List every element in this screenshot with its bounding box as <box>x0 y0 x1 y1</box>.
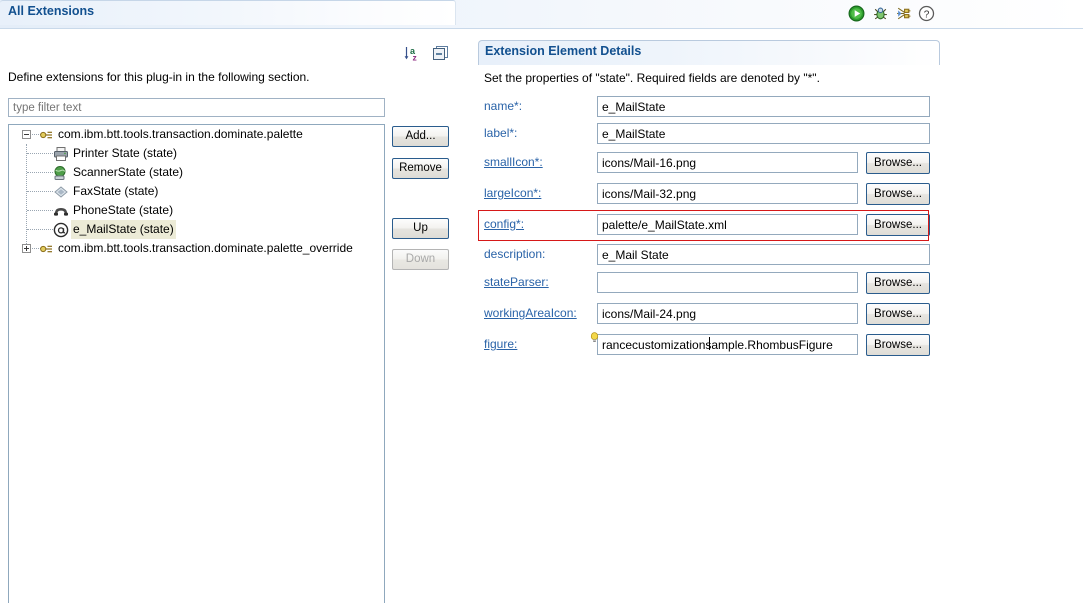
tree-item-fax-state[interactable]: FaxState (state) <box>9 182 384 201</box>
all-extensions-description: Define extensions for this plug-in in th… <box>8 70 310 84</box>
scanner-icon <box>54 166 66 180</box>
twisty-expand-icon[interactable] <box>22 244 31 253</box>
largeicon-field[interactable] <box>597 183 858 204</box>
name-label: name*: <box>484 99 523 113</box>
extension-details-description: Set the properties of "state". Required … <box>484 71 820 85</box>
stateparser-link-label[interactable]: stateParser: <box>484 275 549 289</box>
up-button[interactable]: Up <box>392 218 449 239</box>
stateparser-browse-button[interactable]: Browse... <box>866 272 930 294</box>
name-field[interactable] <box>597 96 930 117</box>
extension-point-icon <box>40 245 52 253</box>
printer-icon <box>54 147 68 161</box>
description-label: description: <box>484 247 546 261</box>
smallicon-browse-button[interactable]: Browse... <box>866 152 930 174</box>
figure-field[interactable] <box>597 334 858 355</box>
tree-item-palette-override[interactable]: com.ibm.btt.tools.transaction.dominate.p… <box>9 239 384 258</box>
sort-az-icon[interactable]: a z <box>404 45 422 62</box>
tree-item-label: com.ibm.btt.tools.transaction.dominate.p… <box>58 241 353 255</box>
workingareaicon-browse-button[interactable]: Browse... <box>866 303 930 325</box>
smallicon-field[interactable] <box>597 152 858 173</box>
fax-icon <box>54 186 68 198</box>
tree-item-email-state[interactable]: e_MailState (state) <box>9 220 384 239</box>
help-icon[interactable]: ? <box>918 5 935 22</box>
debug-icon[interactable] <box>872 5 889 22</box>
config-field[interactable] <box>597 214 858 235</box>
extensions-toolbar-icon[interactable] <box>895 5 912 22</box>
remove-button[interactable]: Remove <box>392 158 449 179</box>
tree-item-label: Printer State (state) <box>73 146 178 160</box>
largeicon-browse-button[interactable]: Browse... <box>866 183 930 205</box>
figure-browse-button[interactable]: Browse... <box>866 334 930 356</box>
tree-item-label: ScannerState (state) <box>73 165 184 179</box>
tree-item-label: PhoneState (state) <box>73 203 174 217</box>
tree-item-palette[interactable]: com.ibm.btt.tools.transaction.dominate.p… <box>9 125 384 144</box>
phone-icon <box>54 208 68 216</box>
tree-item-printer-state[interactable]: Printer State (state) <box>9 144 384 163</box>
filter-input[interactable] <box>8 98 385 117</box>
extension-details-title: Extension Element Details <box>485 44 642 58</box>
tree-item-scanner-state[interactable]: ScannerState (state) <box>9 163 384 182</box>
twisty-collapse-icon[interactable] <box>22 130 31 139</box>
lightbulb-icon <box>590 332 599 342</box>
svg-text:?: ? <box>924 9 930 20</box>
add-button[interactable]: Add... <box>392 126 449 147</box>
label-field[interactable] <box>597 123 930 144</box>
email-at-icon <box>53 222 69 238</box>
label-label: label*: <box>484 126 518 140</box>
down-button: Down <box>392 249 449 270</box>
workingareaicon-field[interactable] <box>597 303 858 324</box>
run-icon[interactable] <box>848 5 865 22</box>
extensions-tree[interactable]: com.ibm.btt.tools.transaction.dominate.p… <box>8 124 385 603</box>
largeicon-link-label[interactable]: largeIcon*: <box>484 186 541 200</box>
stateparser-field[interactable] <box>597 272 858 293</box>
config-browse-button[interactable]: Browse... <box>866 214 930 236</box>
config-link-label[interactable]: config*: <box>484 217 524 231</box>
collapse-all-icon[interactable] <box>432 45 449 61</box>
tree-item-label: FaxState (state) <box>73 184 159 198</box>
extension-point-icon <box>40 131 52 139</box>
text-caret <box>709 337 710 350</box>
tree-item-phone-state[interactable]: PhoneState (state) <box>9 201 384 220</box>
tree-item-label: e_MailState (state) <box>71 220 176 239</box>
svg-text:z: z <box>413 53 417 63</box>
tree-item-label: com.ibm.btt.tools.transaction.dominate.p… <box>58 127 303 141</box>
all-extensions-title: All Extensions <box>8 4 95 18</box>
figure-link-label[interactable]: figure: <box>484 337 517 351</box>
smallicon-link-label[interactable]: smallIcon*: <box>484 155 543 169</box>
description-field[interactable] <box>597 244 930 265</box>
workingareaicon-link-label[interactable]: workingAreaIcon: <box>484 306 577 320</box>
